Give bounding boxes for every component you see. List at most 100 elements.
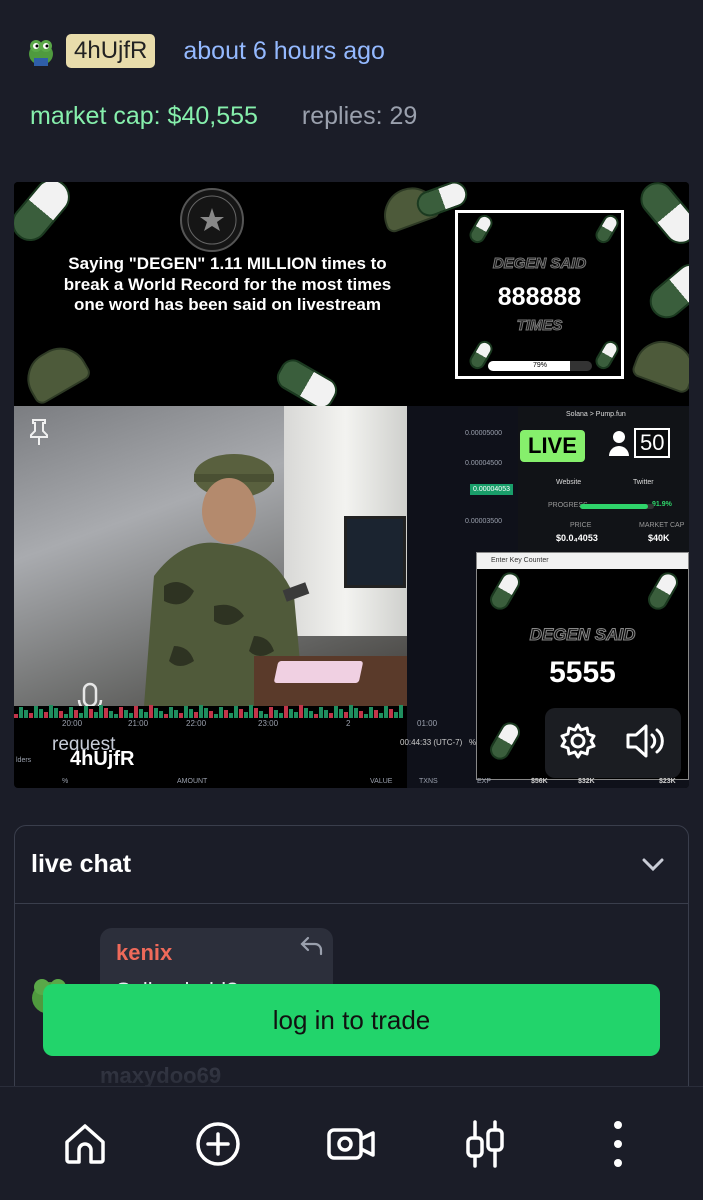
- time-tick: 01:00: [417, 719, 438, 728]
- player-controls: [545, 708, 681, 778]
- current-price-tag: 0.00004053: [470, 484, 513, 495]
- volume-bar: [64, 714, 68, 718]
- volume-bar: [109, 711, 113, 718]
- volume-bar: [274, 710, 278, 718]
- volume-bar: [259, 711, 263, 718]
- viewer-count: 50: [608, 428, 671, 458]
- key-said-label: DEGEN SAID: [529, 625, 636, 645]
- created-time: about 6 hours ago: [183, 36, 385, 65]
- volume-bar: [384, 706, 388, 718]
- pill-icon: [14, 182, 78, 249]
- volume-bar: [149, 705, 153, 718]
- chevron-down-icon[interactable]: [642, 858, 664, 872]
- chat-username[interactable]: kenix: [116, 940, 172, 966]
- volume-bar: [44, 712, 48, 718]
- volume-bar: [324, 710, 328, 718]
- volume-bar: [114, 714, 118, 718]
- overlay-website: Website: [556, 479, 582, 486]
- volume-bar: [339, 709, 343, 718]
- volume-bar: [264, 714, 268, 718]
- volume-bar: [69, 707, 73, 718]
- guinness-logo-icon: [180, 188, 244, 252]
- volume-bar: [74, 710, 78, 718]
- video-icon[interactable]: [321, 1114, 381, 1174]
- price-tick: 0.00003500: [465, 518, 502, 525]
- volume-bar: [399, 705, 403, 718]
- volume-bar: [14, 714, 18, 718]
- volume-bar: [359, 711, 363, 718]
- volume-bar: [279, 713, 283, 718]
- volume-bar: [204, 708, 208, 718]
- volume-bar: [334, 706, 338, 718]
- price-tick: 0.00004500: [465, 460, 502, 467]
- counter-label-top: DEGEN SAID: [492, 255, 587, 273]
- volume-bars: [14, 705, 403, 718]
- volume-bar: [159, 711, 163, 718]
- chart-clock: 00:44:33 (UTC-7): [400, 738, 463, 747]
- key-counter-title: Enter Key Counter: [477, 553, 688, 569]
- live-badge: LIVE: [520, 430, 585, 462]
- volume-bar: [54, 708, 58, 718]
- volume-bar: [184, 706, 188, 718]
- volume-bar: [319, 707, 323, 718]
- more-vertical-icon[interactable]: [588, 1114, 648, 1174]
- pill-icon: [633, 182, 689, 251]
- volume-bar: [174, 710, 178, 718]
- volume-bar: [364, 714, 368, 718]
- volume-bar: [229, 713, 233, 718]
- volume-bar: [84, 706, 88, 718]
- helmet-icon: [630, 333, 689, 395]
- price-tick: 0.00005000: [465, 430, 502, 437]
- live-chat-title: live chat: [31, 850, 132, 878]
- volume-bar: [209, 711, 213, 718]
- viewer-number: 50: [634, 428, 671, 458]
- pill-icon: [486, 568, 524, 614]
- volume-bar: [129, 713, 133, 718]
- mic-icon[interactable]: [76, 682, 104, 706]
- time-tick: 21:00: [128, 719, 149, 728]
- creator-handle-badge[interactable]: 4hUjfR: [66, 34, 156, 68]
- creator-row: 4hUjfR about 6 hours ago: [28, 34, 385, 68]
- volume-bar: [179, 713, 183, 718]
- volume-bar: [394, 712, 398, 718]
- volume-bar: [154, 708, 158, 718]
- volume-bar: [59, 711, 63, 718]
- volume-bar: [214, 714, 218, 718]
- reply-icon[interactable]: [299, 936, 323, 956]
- volume-icon[interactable]: [624, 721, 668, 766]
- volume-bar: [194, 712, 198, 718]
- volume-bar: [389, 709, 393, 718]
- volume-bar: [239, 709, 243, 718]
- settings-gear-icon[interactable]: [558, 721, 598, 766]
- table-col: VALUE: [370, 778, 393, 785]
- user-icon: [609, 431, 629, 456]
- candles-icon[interactable]: [455, 1114, 515, 1174]
- volume-bar: [124, 710, 128, 718]
- plus-circle-icon[interactable]: [188, 1114, 248, 1174]
- pin-icon[interactable]: [28, 418, 50, 451]
- holders-tab[interactable]: lders: [16, 757, 31, 764]
- overlay-progress-fill: [580, 504, 648, 509]
- volume-bar: [219, 707, 223, 718]
- key-counter-value: 5555: [549, 656, 616, 689]
- time-tick: 20:00: [62, 719, 83, 728]
- pill-icon: [592, 338, 622, 372]
- volume-bar: [299, 705, 303, 718]
- volume-bar: [304, 708, 308, 718]
- log-in-to-trade-button[interactable]: log in to trade: [43, 984, 660, 1056]
- webcam-feed: [14, 406, 407, 706]
- time-tick: 22:00: [186, 719, 207, 728]
- live-chat-header[interactable]: live chat: [15, 826, 688, 904]
- volume-bar: [244, 712, 248, 718]
- volume-bar: [329, 713, 333, 718]
- volume-bar: [249, 705, 253, 718]
- overlay-progress-value: 91.9%: [652, 501, 672, 508]
- home-icon[interactable]: [55, 1114, 115, 1174]
- stats-row: market cap: $40,555 replies: 29: [30, 102, 417, 131]
- replies-count[interactable]: replies: 29: [302, 102, 417, 131]
- volume-bar: [19, 707, 23, 718]
- keyboard: [273, 661, 364, 683]
- table-col: EXP: [477, 778, 492, 785]
- counter-label-bottom: TIMES: [516, 317, 563, 335]
- livestream-player[interactable]: Saying "DEGEN" 1.11 MILLION times to bre…: [14, 182, 689, 788]
